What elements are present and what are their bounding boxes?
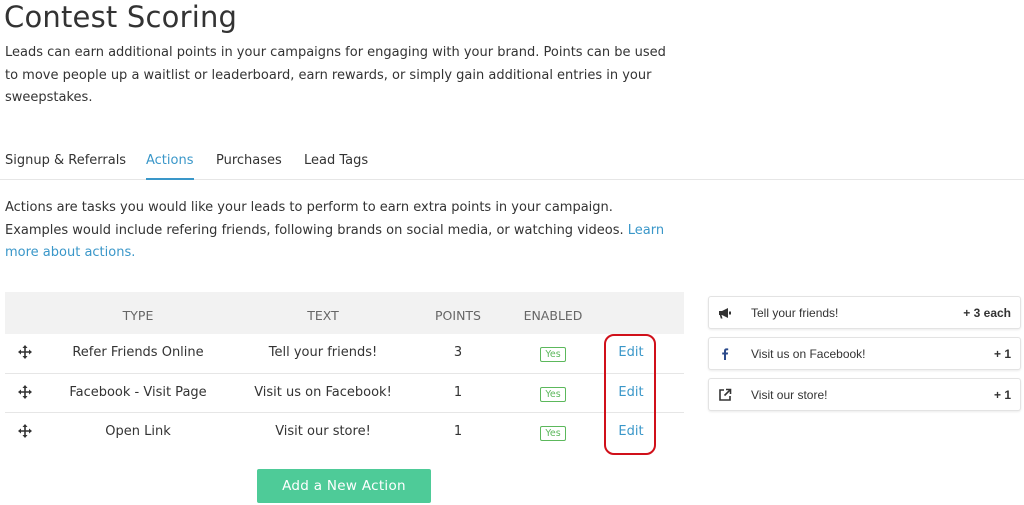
header-points: POINTS [435, 308, 481, 323]
edit-highlight-annotation [604, 334, 656, 455]
actions-description: Actions are tasks you would like your le… [5, 197, 675, 265]
cell-type: Facebook - Visit Page [69, 384, 207, 400]
preview-item[interactable]: Visit us on Facebook! + 1 [708, 337, 1021, 370]
preview-points: + 1 [993, 347, 1011, 361]
cell-enabled: Yes [513, 425, 593, 441]
actions-description-text: Actions are tasks you would like your le… [5, 200, 628, 238]
actions-preview: Tell your friends! + 3 each Visit us on … [708, 296, 1021, 419]
table-row: Refer Friends Online Tell your friends! … [5, 334, 684, 374]
facebook-icon [722, 348, 729, 360]
cell-text: Tell your friends! [268, 345, 378, 360]
page-title: Contest Scoring [4, 0, 238, 34]
tab-signup-referrals[interactable]: Signup & Referrals [5, 153, 126, 180]
external-link-icon [719, 388, 732, 401]
cell-text: Visit us on Facebook! [254, 384, 392, 400]
cell-type: Refer Friends Online [72, 345, 204, 360]
actions-table: TYPE TEXT POINTS ENABLED Refer Friends O… [5, 292, 684, 453]
preview-label: Visit us on Facebook! [751, 347, 866, 361]
tab-lead-tags[interactable]: Lead Tags [304, 153, 368, 180]
tab-purchases[interactable]: Purchases [216, 153, 282, 180]
preview-item[interactable]: Visit our store! + 1 [708, 378, 1021, 411]
header-text: TEXT [307, 308, 339, 323]
header-enabled: ENABLED [523, 308, 583, 323]
table-row: Facebook - Visit Page Visit us on Facebo… [5, 374, 684, 413]
enabled-badge: Yes [540, 347, 566, 362]
preview-label: Visit our store! [751, 388, 828, 402]
intro-text: Leads can earn additional points in your… [5, 45, 666, 105]
tab-actions[interactable]: Actions [146, 153, 194, 180]
cell-enabled: Yes [513, 386, 593, 402]
preview-points: + 3 each [963, 306, 1011, 320]
cell-type: Open Link [105, 424, 171, 439]
preview-points: + 1 [993, 388, 1011, 402]
tab-bar: Signup & Referrals Actions Purchases Lea… [0, 150, 1024, 180]
cell-points: 1 [453, 424, 463, 439]
table-header: TYPE TEXT POINTS ENABLED [5, 292, 684, 334]
cell-enabled: Yes [513, 346, 593, 362]
header-type: TYPE [122, 308, 154, 323]
megaphone-icon [719, 308, 731, 319]
enabled-badge: Yes [540, 426, 566, 441]
drag-handle-icon[interactable] [17, 384, 33, 400]
cell-text: Visit our store! [275, 424, 371, 439]
add-new-action-button[interactable]: Add a New Action [257, 469, 431, 503]
preview-label: Tell your friends! [751, 306, 839, 320]
cell-points: 3 [453, 345, 463, 360]
preview-item[interactable]: Tell your friends! + 3 each [708, 296, 1021, 329]
enabled-badge: Yes [540, 386, 566, 402]
drag-handle-icon[interactable] [17, 344, 33, 360]
drag-handle-icon[interactable] [17, 423, 33, 439]
table-row: Open Link Visit our store! 1 Yes Edit [5, 413, 684, 453]
cell-points: 1 [453, 384, 463, 400]
